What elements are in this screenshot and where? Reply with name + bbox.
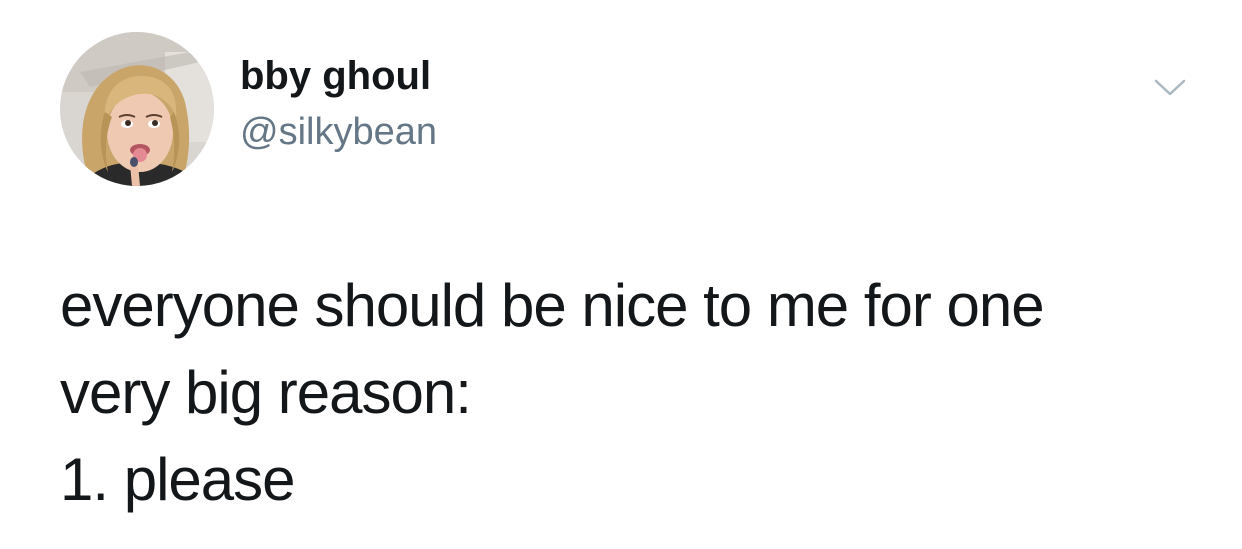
tweet-menu-button[interactable] bbox=[1150, 72, 1190, 102]
avatar[interactable] bbox=[60, 32, 214, 186]
tweet-text-line: 1. please bbox=[60, 446, 296, 513]
avatar-photo-icon bbox=[60, 32, 214, 186]
chevron-down-icon bbox=[1154, 79, 1186, 96]
tweet-text-line: everyone should be nice to me for one bbox=[60, 272, 1045, 339]
author-handle[interactable]: @silkybean bbox=[240, 109, 437, 155]
author-display-name[interactable]: bby ghoul bbox=[240, 52, 431, 100]
tweet-card: bby ghoul @silkybean everyone should be … bbox=[0, 0, 1242, 549]
tweet-text: everyone should be nice to me for one ve… bbox=[60, 262, 1210, 523]
tweet-text-line: very big reason: bbox=[60, 359, 472, 426]
